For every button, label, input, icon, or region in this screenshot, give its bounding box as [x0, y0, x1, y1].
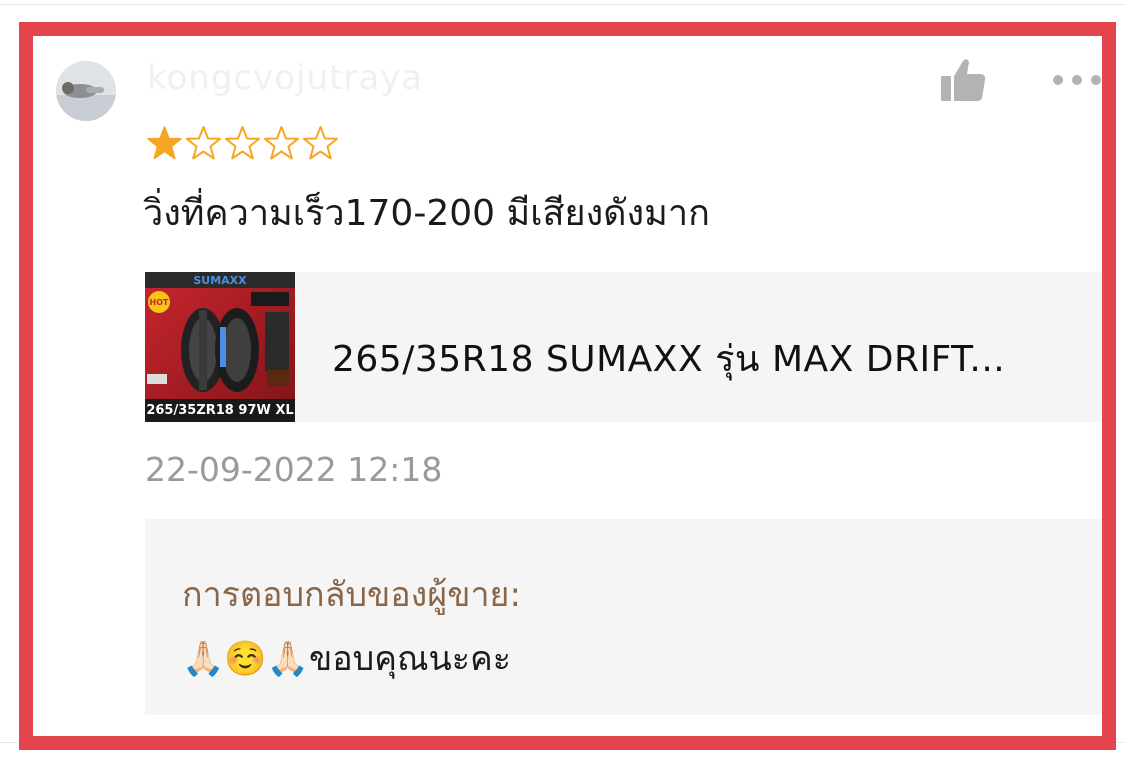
like-button[interactable] [938, 56, 988, 104]
star-outline-icon [186, 126, 221, 160]
star-outline-icon [225, 126, 260, 160]
review-highlight-frame: kongcvojutraya วิ่งที่ความเร็ว170-200 มี… [19, 22, 1116, 750]
product-card[interactable]: SUMAXX HOT 265/35ZR18 97W XL 265/35R18 S… [145, 272, 1102, 422]
star-outline-icon [264, 126, 299, 160]
product-name: 265/35R18 SUMAXX รุ่น MAX DRIFT... [332, 339, 1006, 380]
reviewer-username: kongcvojutraya [147, 58, 424, 98]
more-options-button[interactable] [1049, 72, 1105, 88]
thumb-brand: SUMAXX [193, 274, 247, 287]
star-outline-icon [303, 126, 338, 160]
top-divider [0, 4, 1124, 5]
more-dots-icon [1053, 75, 1101, 85]
thumb-hot-badge: HOT [150, 298, 169, 307]
review-text: วิ่งที่ความเร็ว170-200 มีเสียงดังมาก [143, 193, 710, 234]
avatar-image [56, 61, 116, 121]
star-filled-icon [147, 126, 182, 160]
seller-reply-label: การตอบกลับของผู้ขาย: [182, 575, 521, 615]
product-thumbnail: SUMAXX HOT 265/35ZR18 97W XL [145, 272, 295, 422]
review-timestamp: 22-09-2022 12:18 [145, 450, 443, 489]
thumb-size-caption: 265/35ZR18 97W XL [145, 399, 295, 422]
avatar[interactable] [56, 61, 116, 121]
seller-reply-box: การตอบกลับของผู้ขาย: 🙏🏻☺️🙏🏻ขอบคุณนะคะ [145, 519, 1102, 715]
seller-reply-text: 🙏🏻☺️🙏🏻ขอบคุณนะคะ [182, 639, 512, 679]
thumbs-up-icon [941, 59, 986, 101]
rating-stars [145, 125, 340, 161]
